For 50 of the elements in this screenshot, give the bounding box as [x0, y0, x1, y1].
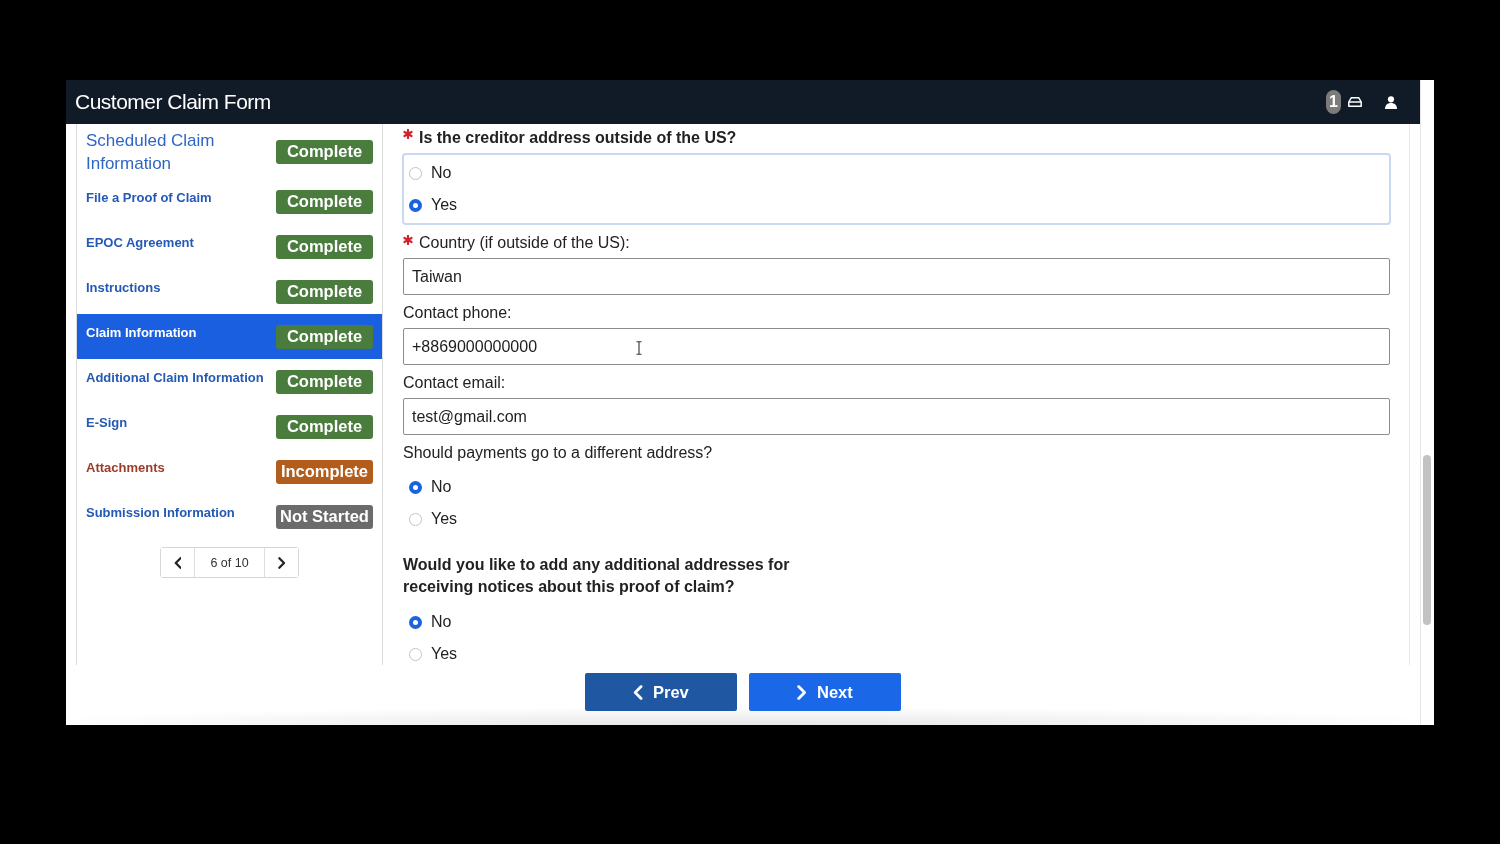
- field-label: Contact email:: [403, 373, 506, 393]
- input-field[interactable]: test@gmail.com: [403, 398, 1390, 435]
- question-label: Would you like to add any additional addresses for receiving notices about this proof of claim?: [403, 555, 791, 597]
- radio-label: Yes: [431, 510, 458, 528]
- radio-label: No: [431, 613, 452, 631]
- radio-label: Yes: [431, 645, 458, 663]
- radio-button[interactable]: [409, 480, 422, 494]
- scrollbar-thumb[interactable]: [1423, 455, 1431, 625]
- status-badge: Incomplete: [276, 459, 373, 484]
- radio-label: Yes: [431, 196, 458, 214]
- user-icon[interactable]: [1385, 95, 1397, 109]
- status-badge: Complete: [276, 234, 373, 259]
- notification-badge[interactable]: 1: [1326, 90, 1341, 114]
- field-label: Contact phone:: [403, 303, 512, 323]
- question-label: Should payments go to a different address?: [403, 443, 713, 463]
- sidebar-item[interactable]: Attachments Incomplete: [77, 449, 382, 494]
- field-label: Country (if outside of the US):: [419, 233, 630, 253]
- sidebar-item[interactable]: Submission Information Not Started: [77, 494, 382, 539]
- tray-icon[interactable]: [1348, 97, 1362, 107]
- sidebar-item[interactable]: Instructions Complete: [77, 269, 382, 314]
- status-badge: Complete: [276, 189, 373, 214]
- sidebar-item[interactable]: E-Sign Complete: [77, 404, 382, 449]
- radio-button[interactable]: [409, 512, 422, 526]
- sidebar-item[interactable]: Claim Information Complete: [77, 314, 382, 359]
- radio-button[interactable]: [409, 166, 422, 180]
- sidebar-item[interactable]: EPOC Agreement Complete: [77, 224, 382, 269]
- status-badge: Complete: [276, 414, 373, 439]
- chevron-left-icon: [173, 556, 182, 569]
- chevron-right-icon: [277, 556, 286, 569]
- radio-button[interactable]: [409, 615, 422, 629]
- chevron-right-icon: [797, 684, 807, 700]
- chevron-left-icon: [633, 684, 643, 700]
- status-badge: Not Started: [276, 504, 373, 529]
- sidebar-item[interactable]: File a Proof of Claim Complete: [77, 179, 382, 224]
- radio-button[interactable]: [409, 198, 422, 212]
- input-field[interactable]: Taiwan: [403, 258, 1390, 295]
- sidebar-item[interactable]: Additional Claim Information Complete: [77, 359, 382, 404]
- radio-label: No: [431, 478, 452, 496]
- app-title: Customer Claim Form: [75, 90, 271, 114]
- status-badge: Complete: [276, 279, 373, 304]
- radio-button[interactable]: [409, 647, 422, 661]
- status-badge: Complete: [276, 139, 373, 164]
- status-badge: Complete: [276, 369, 373, 394]
- next-button[interactable]: Next: [749, 673, 901, 711]
- status-badge: Complete: [276, 324, 373, 349]
- sidebar-item[interactable]: Scheduled Claim Information Complete: [77, 124, 382, 179]
- question-label: Is the creditor address outside of the US?: [419, 128, 737, 148]
- radio-label: No: [431, 164, 452, 182]
- prev-button[interactable]: Prev: [585, 673, 737, 711]
- input-field[interactable]: +8869000000000: [403, 328, 1390, 365]
